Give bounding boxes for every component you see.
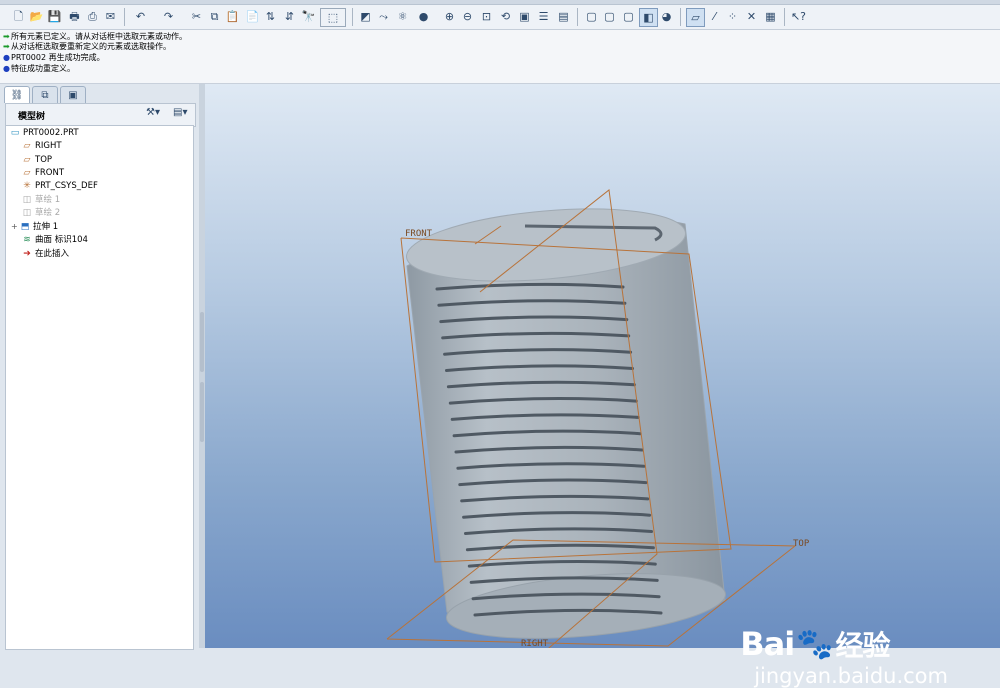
- watermark-brand-b: 经验: [835, 629, 891, 662]
- tree-item-top[interactable]: ▱ TOP: [21, 154, 52, 166]
- model-tree-header: 模型树 ⚒▾ ▤▾: [5, 103, 196, 127]
- main-toolbar: 🗋 📂 💾 🖶 ⎙ ✉ ↶ ↷ ✂ ⧉ 📋 📄 ⇅ ⇵ 🔭 ⬚ ◩ ⤳ ⚛ ● …: [0, 5, 1000, 30]
- watermark-url: jingyan.baidu.com: [754, 664, 948, 688]
- zoom-in-icon[interactable]: ⊕: [441, 8, 458, 25]
- favorites-icon: ▣: [68, 89, 78, 101]
- cut-icon[interactable]: ✂: [188, 8, 205, 25]
- tree-item-part[interactable]: ▭ PRT0002.PRT: [9, 127, 79, 139]
- hidden-line-icon[interactable]: ▢: [601, 8, 618, 25]
- top-datum-label: TOP: [793, 539, 810, 549]
- folder-browser-icon: ⧉: [41, 89, 49, 101]
- datum-plane-icon: ▱: [23, 141, 31, 151]
- tree-item-insert-here[interactable]: ➔ 在此插入: [21, 248, 69, 260]
- copy-icon[interactable]: ⧉: [206, 8, 223, 25]
- blue-dot-icon: ●: [3, 53, 10, 62]
- model-tree: ▭ PRT0002.PRT ▱ RIGHT ▱ TOP ▱ FRONT ✳ PRT_CSY…: [5, 125, 194, 650]
- model-tree-icon: ⛓: [10, 89, 24, 101]
- reorient-icon[interactable]: ⟲: [497, 8, 514, 25]
- zoom-out-icon[interactable]: ⊖: [459, 8, 476, 25]
- tree-item-csys[interactable]: ✳ PRT_CSYS_DEF: [21, 180, 98, 192]
- tree-item-front[interactable]: ▱ FRONT: [21, 167, 65, 179]
- surface-icon: ≋: [23, 235, 31, 245]
- datum-plane-icon: ▱: [23, 168, 31, 178]
- wireframe-icon[interactable]: ▢: [583, 8, 600, 25]
- front-datum-label: FRONT: [405, 229, 433, 239]
- datum-points-icon[interactable]: ⁘: [724, 8, 741, 25]
- insert-here-icon: ➔: [23, 249, 31, 259]
- model-view: FRONT TOP RIGHT: [386, 189, 810, 648]
- navigator-tabs: ⛓ ⧉ ▣: [4, 86, 194, 103]
- refit-icon[interactable]: ⊡: [478, 8, 495, 25]
- graphics-window[interactable]: FRONT TOP RIGHT Bai 🐾 经验 jingyan.baidu.c…: [205, 84, 1000, 688]
- tree-item-sketch-2[interactable]: ◫ 草绘 2: [21, 207, 60, 219]
- open-folder-icon[interactable]: 📂: [28, 8, 45, 25]
- print-preview-icon[interactable]: ⎙: [84, 8, 101, 25]
- datum-planes-icon[interactable]: ▱: [686, 8, 705, 27]
- new-file-icon[interactable]: 🗋: [10, 8, 27, 25]
- paste-special-icon[interactable]: 📄: [244, 8, 261, 25]
- message-line: ●特征成功重定义。: [3, 64, 75, 73]
- message-line: ➡从对话框选取要重新定义的元素或选取操作。: [3, 42, 171, 51]
- appearance-icon[interactable]: ◕: [658, 8, 675, 25]
- model-tree-tab[interactable]: ⛓: [4, 86, 30, 103]
- saved-orientation-icon[interactable]: ⚛: [394, 8, 411, 25]
- csys-icon: ✳: [23, 181, 31, 191]
- find-icon[interactable]: 🔭: [300, 8, 317, 25]
- coordinate-systems-icon[interactable]: ✕: [743, 8, 760, 25]
- select-box-icon[interactable]: ⬚: [320, 8, 346, 27]
- favorites-tab[interactable]: ▣: [60, 86, 86, 103]
- splitter-grip[interactable]: [200, 312, 204, 372]
- cylinder-model[interactable]: [404, 199, 729, 648]
- model-tree-title: 模型树: [18, 112, 46, 122]
- layers-icon[interactable]: ☰: [535, 8, 552, 25]
- extrude-icon: ⬒: [20, 222, 30, 232]
- save-icon[interactable]: 💾: [46, 8, 63, 25]
- email-icon[interactable]: ✉: [102, 8, 119, 25]
- folder-browser-tab[interactable]: ⧉: [32, 86, 58, 103]
- tree-item-right[interactable]: ▱ RIGHT: [21, 140, 62, 152]
- expand-icon[interactable]: +: [11, 221, 19, 233]
- annotation-icon[interactable]: ▦: [762, 8, 779, 25]
- navigator-pane: ⛓ ⧉ ▣ 模型树 ⚒▾ ▤▾ ▭ PRT0002.PRT ▱ RIGHT ▱ TOP…: [0, 84, 200, 650]
- splitter-grip[interactable]: [200, 382, 204, 442]
- datum-axes-icon[interactable]: ⁄: [706, 8, 723, 25]
- print-icon[interactable]: 🖶: [66, 8, 83, 25]
- settings-dropdown-button[interactable]: ⚒▾: [146, 107, 160, 122]
- show-icon: ▤: [173, 107, 183, 118]
- right-datum-label: RIGHT: [521, 639, 549, 648]
- sketch-icon: ◫: [22, 195, 32, 205]
- tree-item-surface[interactable]: ≋ 曲面 标识104: [21, 234, 88, 246]
- view-manager-icon[interactable]: ▤: [555, 8, 572, 25]
- shading-edges-icon[interactable]: ◧: [639, 8, 658, 27]
- sketch-icon: ◫: [22, 208, 32, 218]
- baidu-watermark: Bai 🐾 经验 jingyan.baidu.com: [740, 624, 948, 688]
- named-views-icon[interactable]: ▣: [516, 8, 533, 25]
- datum-plane-icon: ▱: [23, 155, 31, 165]
- regenerate-manager-icon[interactable]: ⇵: [281, 8, 298, 25]
- undo-icon[interactable]: ↶: [132, 8, 149, 25]
- spin-center-icon[interactable]: ⤳: [375, 8, 392, 25]
- message-line: ●PRT0002 再生成功完成。: [3, 53, 105, 62]
- settings-icon: ⚒: [146, 107, 155, 118]
- paw-icon: 🐾: [796, 626, 834, 662]
- shading-icon[interactable]: ●: [415, 8, 432, 25]
- show-dropdown-button[interactable]: ▤▾: [173, 107, 187, 122]
- green-arrow-icon: ➡: [3, 42, 10, 51]
- help-icon[interactable]: ↖?: [790, 8, 807, 25]
- message-area: ➡所有元素已定义。请从对话框中选取元素或动作。 ➡从对话框选取要重新定义的元素或…: [0, 30, 1000, 84]
- regenerate-icon[interactable]: ⇅: [262, 8, 279, 25]
- paste-icon[interactable]: 📋: [224, 8, 241, 25]
- part-icon: ▭: [10, 128, 20, 138]
- repaint-icon[interactable]: ◩: [357, 8, 374, 25]
- tree-item-sketch-1[interactable]: ◫ 草绘 1: [21, 194, 60, 206]
- tree-item-extrude-1[interactable]: + ⬒ 拉伸 1: [11, 221, 58, 233]
- watermark-brand-a: Bai: [740, 625, 795, 663]
- no-hidden-icon[interactable]: ▢: [620, 8, 637, 25]
- blue-dot-icon: ●: [3, 64, 10, 73]
- redo-icon[interactable]: ↷: [160, 8, 177, 25]
